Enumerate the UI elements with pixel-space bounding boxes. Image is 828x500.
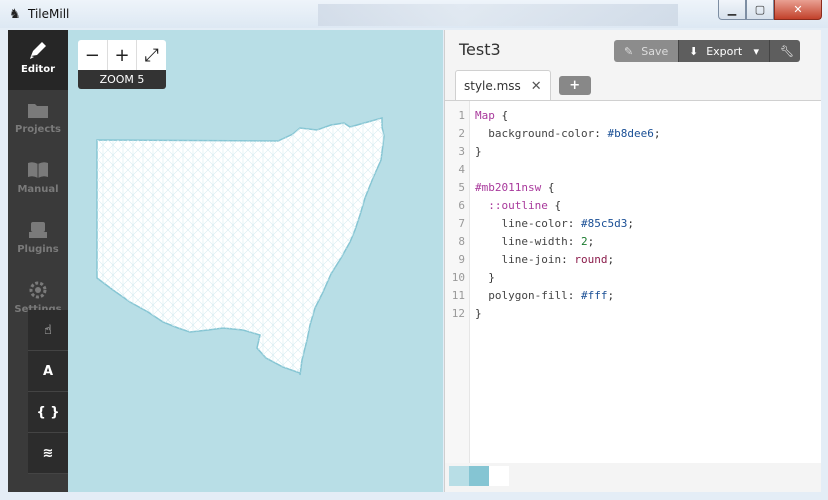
map-canvas bbox=[96, 117, 385, 376]
sidebar-item-projects[interactable]: Projects bbox=[8, 90, 68, 150]
font-tool[interactable]: A bbox=[28, 351, 68, 392]
code-line: } bbox=[475, 145, 482, 158]
zoom-out-button[interactable]: − bbox=[78, 40, 108, 70]
color-palette bbox=[449, 466, 509, 486]
app-window: ♞ TileMill ▁ ▢ ✕ Editor Projects Manual … bbox=[0, 0, 828, 500]
save-label: Save bbox=[641, 44, 669, 58]
sidebar-item-label: Editor bbox=[21, 64, 55, 75]
tab-style-mss[interactable]: style.mss ✕ bbox=[455, 70, 551, 101]
project-title: Test3 bbox=[459, 40, 501, 59]
plugin-icon bbox=[29, 222, 47, 238]
sidebar-item-label: Manual bbox=[17, 184, 59, 195]
font-icon: A bbox=[42, 363, 54, 379]
line-gutter: 1 2 3 4 5 6 7 8 9 10 11 12 bbox=[445, 101, 470, 463]
line-number: 4 bbox=[458, 163, 465, 176]
code-line: } bbox=[475, 271, 495, 284]
plus-icon: + bbox=[569, 78, 581, 93]
folder-icon bbox=[28, 104, 48, 118]
color-swatch[interactable] bbox=[469, 466, 489, 486]
braces-icon: { } bbox=[36, 404, 60, 420]
gear-icon bbox=[29, 281, 47, 299]
line-number: 12 bbox=[451, 307, 465, 320]
project-toolbar: ✎ Save ⬇ Export ▾ 🔧︎ bbox=[614, 40, 800, 62]
carto-tool[interactable]: { } bbox=[28, 392, 68, 433]
tilemill-logo-icon: ♞ bbox=[9, 7, 21, 22]
line-number: 3 bbox=[458, 145, 465, 158]
title-bar: ♞ TileMill ▁ ▢ ✕ bbox=[0, 0, 828, 28]
window-controls: ▁ ▢ ✕ bbox=[718, 0, 822, 20]
zoom-in-button[interactable]: + bbox=[108, 40, 138, 70]
line-number: 10 bbox=[451, 271, 465, 284]
hand-pointer-icon: ☝ bbox=[44, 322, 52, 338]
color-swatch[interactable] bbox=[489, 466, 509, 486]
code-line: Map { bbox=[475, 109, 509, 122]
line-number: 2 bbox=[458, 127, 465, 140]
file-tabs: style.mss ✕ + bbox=[455, 70, 591, 101]
line-number: 1 bbox=[458, 109, 465, 122]
tab-label: style.mss bbox=[464, 79, 521, 93]
sidebar-item-label: Plugins bbox=[17, 244, 59, 255]
minimize-button[interactable]: ▁ bbox=[718, 0, 746, 20]
line-number: 11 bbox=[451, 289, 465, 302]
pointer-tool[interactable]: ☝ bbox=[28, 310, 68, 351]
line-number: 8 bbox=[458, 235, 465, 248]
map-viewport[interactable]: − + ⤢ ZOOM 5 bbox=[68, 30, 443, 492]
code-line: polygon-fill: #fff; bbox=[488, 289, 615, 302]
book-icon bbox=[28, 162, 48, 178]
export-button[interactable]: ⬇ Export ▾ bbox=[679, 40, 770, 62]
zoom-control: − + ⤢ ZOOM 5 bbox=[78, 40, 166, 89]
line-number: 9 bbox=[458, 253, 465, 266]
save-button[interactable]: ✎ Save bbox=[614, 40, 679, 62]
editor-panel: Test3 ✎ Save ⬇ Export ▾ 🔧︎ style.mss ✕ + 1 … bbox=[444, 30, 821, 492]
add-stylesheet-button[interactable]: + bbox=[558, 76, 591, 95]
map-tools: ☝ A { } ≋ bbox=[28, 310, 68, 474]
code-line: } bbox=[475, 307, 482, 320]
sidebar-item-label: Projects bbox=[14, 124, 61, 135]
chevron-down-icon: ▾ bbox=[753, 44, 759, 58]
close-button[interactable]: ✕ bbox=[774, 0, 822, 20]
layers-icon: ≋ bbox=[42, 445, 54, 461]
pencil-icon: ✎ bbox=[624, 44, 634, 58]
plus-icon: + bbox=[114, 44, 130, 66]
window-title: TileMill bbox=[28, 7, 70, 21]
pencil-icon bbox=[30, 42, 46, 59]
sidebar-item-manual[interactable]: Manual bbox=[8, 150, 68, 210]
code-line: line-color: #85c5d3; bbox=[501, 217, 634, 230]
close-icon[interactable]: ✕ bbox=[531, 79, 542, 94]
code-line: ::outline { bbox=[488, 199, 562, 212]
code-line: #mb2011nsw { bbox=[475, 181, 555, 194]
settings-wrench-button[interactable]: 🔧︎ bbox=[770, 40, 800, 62]
maximize-button[interactable]: ▢ bbox=[746, 0, 774, 20]
color-swatch[interactable] bbox=[449, 466, 469, 486]
layers-tool[interactable]: ≋ bbox=[28, 433, 68, 474]
zoom-level-label: ZOOM 5 bbox=[78, 70, 166, 89]
download-icon: ⬇ bbox=[689, 44, 699, 58]
export-label: Export bbox=[706, 44, 743, 58]
minus-icon: − bbox=[84, 44, 100, 66]
sidebar-item-plugins[interactable]: Plugins bbox=[8, 210, 68, 270]
code-line: line-join: round; bbox=[501, 253, 615, 266]
expand-icon: ⤢ bbox=[144, 44, 159, 66]
code-line: background-color: #b8dee6; bbox=[488, 127, 661, 140]
line-number: 5 bbox=[458, 181, 465, 194]
code-line: line-width: 2; bbox=[501, 235, 595, 248]
line-number: 6 bbox=[458, 199, 465, 212]
wrench-icon: 🔧︎ bbox=[780, 44, 794, 58]
sidebar-item-editor[interactable]: Editor bbox=[8, 30, 68, 90]
fullscreen-button[interactable]: ⤢ bbox=[137, 40, 166, 70]
code-editor[interactable]: 1 2 3 4 5 6 7 8 9 10 11 12 Map { backgro… bbox=[445, 100, 821, 463]
line-number: 7 bbox=[458, 217, 465, 230]
blurred-background bbox=[318, 4, 678, 26]
